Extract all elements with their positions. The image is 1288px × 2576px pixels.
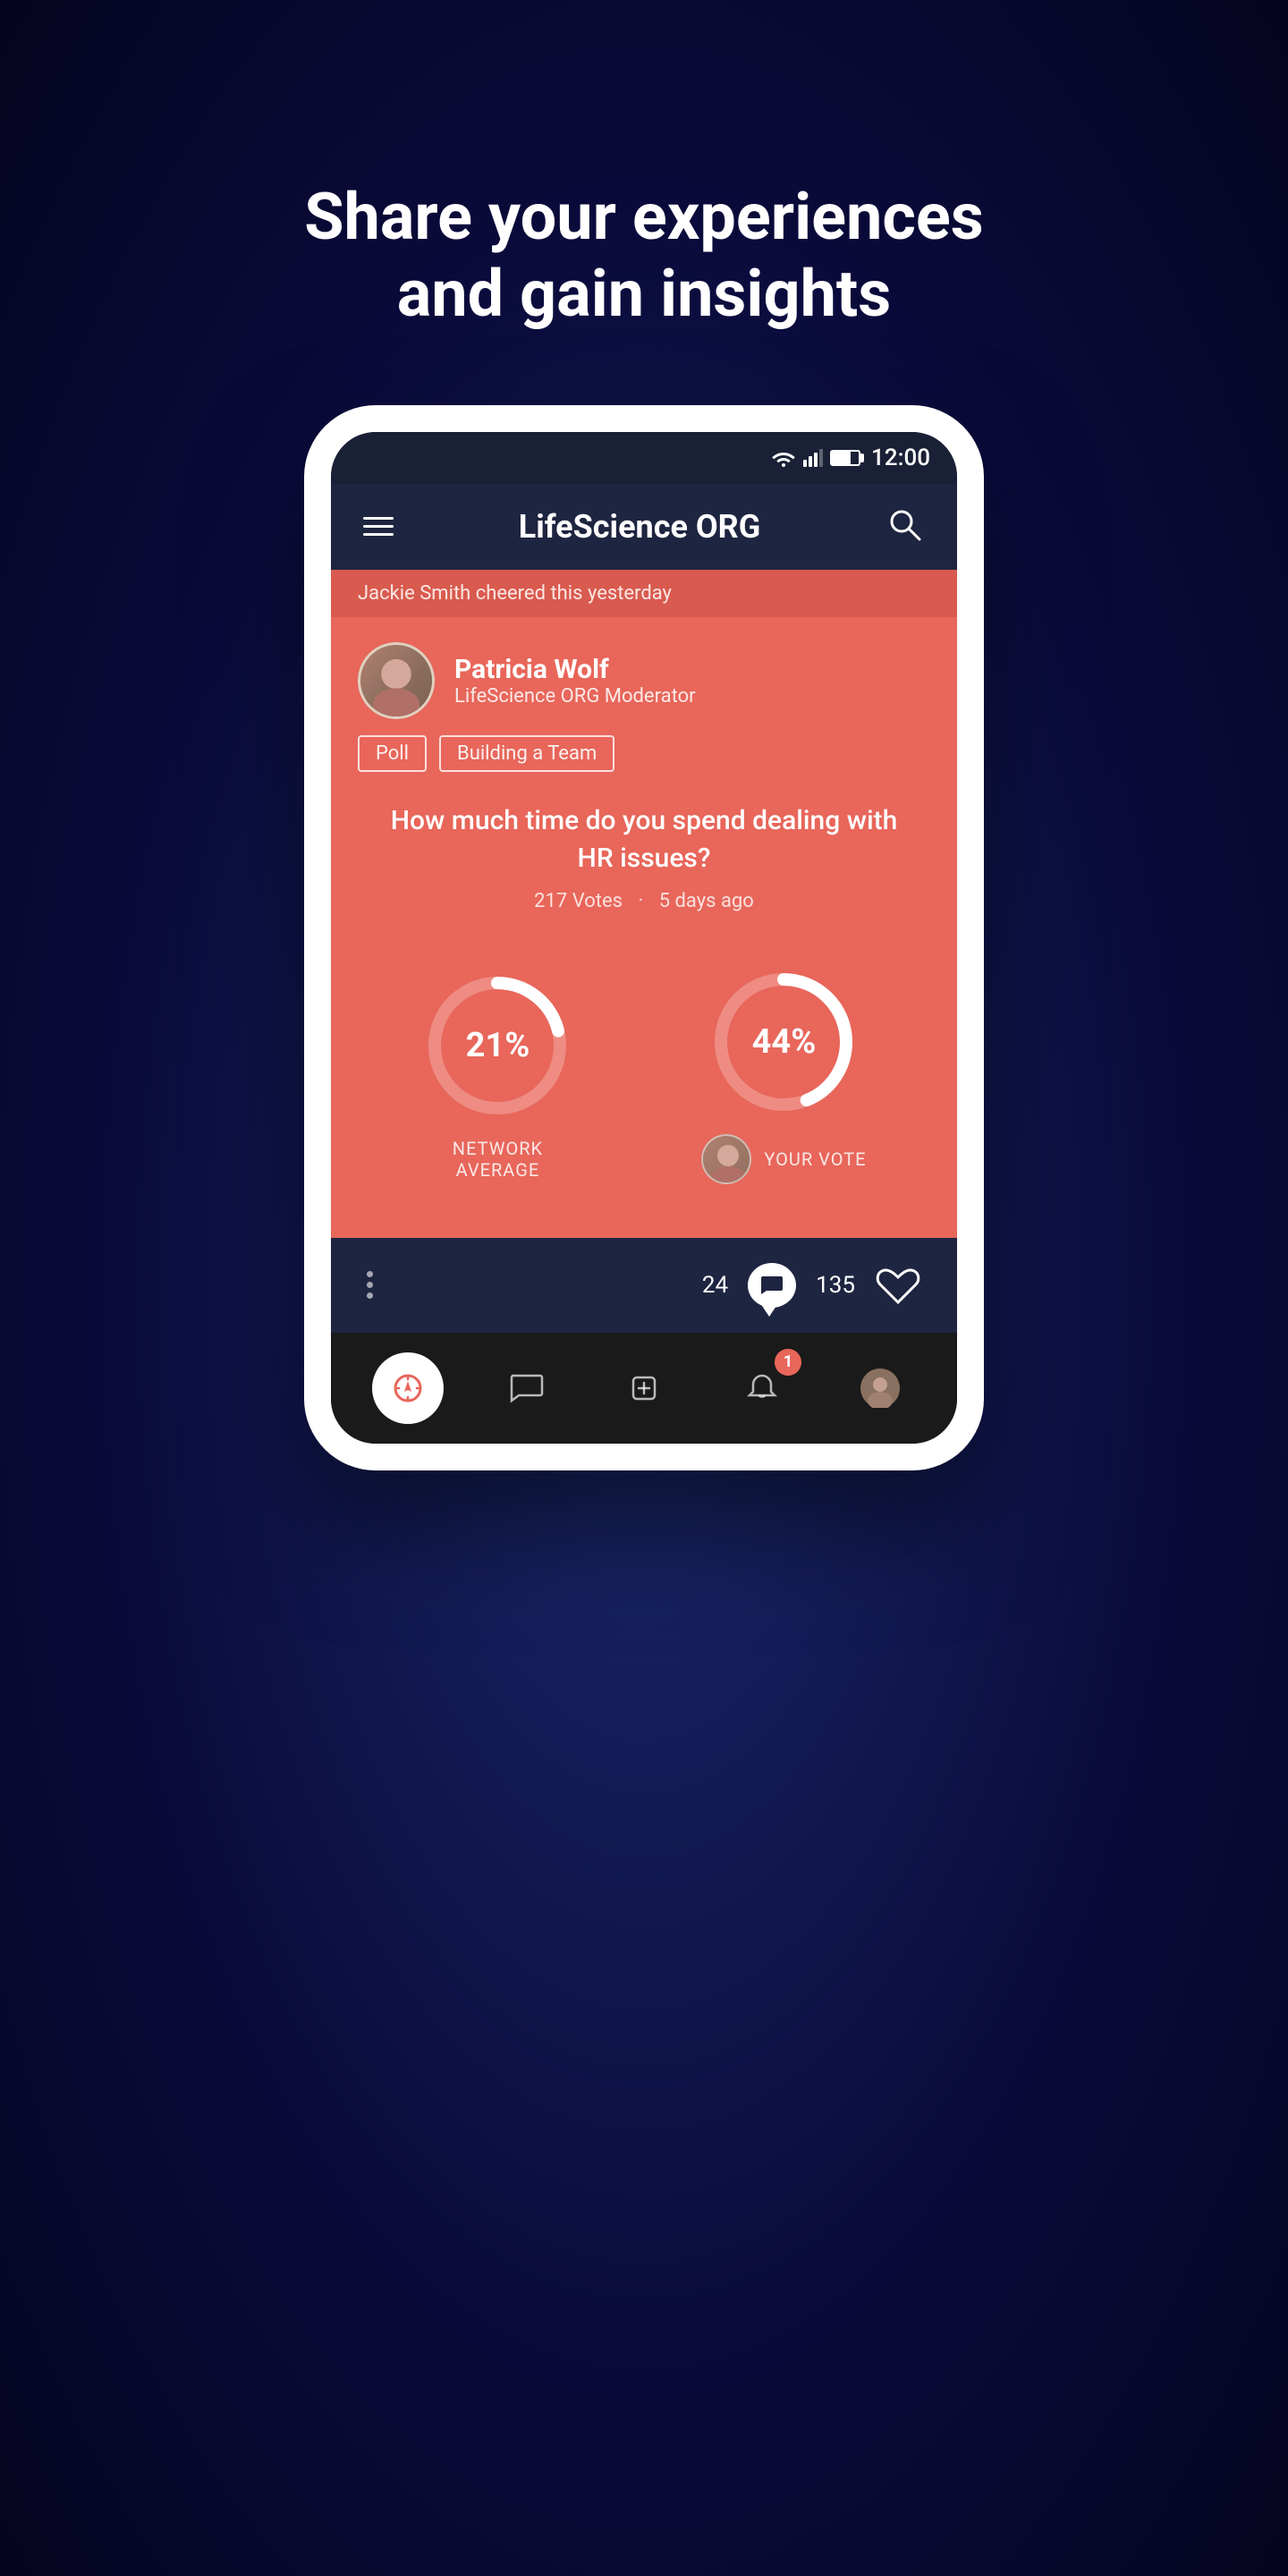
hero-line1: Share your experiences bbox=[304, 179, 984, 256]
bell-badge: 1 bbox=[775, 1349, 801, 1376]
hero-line2: and gain insights bbox=[304, 256, 984, 333]
phone-screen: 12:00 LifeScience ORG Jackie Smith cheer… bbox=[331, 432, 957, 1444]
bottom-nav: 1 bbox=[331, 1333, 957, 1444]
like-count: 135 bbox=[816, 1272, 855, 1299]
hamburger-icon[interactable] bbox=[363, 517, 394, 536]
add-icon-bg bbox=[608, 1352, 680, 1424]
post-card: Jackie Smith cheered this yesterday Patr… bbox=[331, 570, 957, 1238]
poster-role: LifeScience ORG Moderator bbox=[454, 685, 696, 708]
tag-poll[interactable]: Poll bbox=[358, 735, 427, 772]
card-spacer bbox=[331, 1202, 957, 1238]
post-header: Patricia Wolf LifeScience ORG Moderator bbox=[331, 617, 957, 735]
signal-icon bbox=[803, 449, 823, 467]
poster-info: Patricia Wolf LifeScience ORG Moderator bbox=[454, 654, 696, 708]
nav-item-profile[interactable] bbox=[844, 1352, 916, 1424]
vote-avatar bbox=[701, 1134, 751, 1184]
action-right: 24 135 bbox=[702, 1263, 921, 1308]
tags-row: Poll Building a Team bbox=[331, 735, 957, 793]
vote-donut: 44% bbox=[708, 966, 860, 1118]
status-bar: 12:00 bbox=[331, 432, 957, 484]
time-display: 12:00 bbox=[871, 445, 930, 471]
nav-item-add[interactable] bbox=[608, 1352, 680, 1424]
compass-icon-bg bbox=[372, 1352, 444, 1424]
network-label: NETWORKAVERAGE bbox=[453, 1138, 543, 1181]
more-options-button[interactable] bbox=[367, 1271, 373, 1299]
poster-name: Patricia Wolf bbox=[454, 654, 696, 685]
nav-item-chat[interactable] bbox=[490, 1352, 562, 1424]
vote-label: YOUR VOTE bbox=[764, 1148, 866, 1170]
nav-item-compass[interactable] bbox=[372, 1352, 444, 1424]
vote-value: 44% bbox=[752, 1022, 817, 1062]
battery-icon bbox=[830, 450, 860, 466]
poll-question: How much time do you spend dealing with … bbox=[331, 793, 957, 890]
hero-text: Share your experiences and gain insights bbox=[304, 179, 984, 334]
poll-meta: 217 Votes · 5 days ago bbox=[331, 890, 957, 948]
wifi-icon bbox=[771, 449, 796, 467]
charts-row: 21% NETWORKAVERAGE 44% bbox=[331, 948, 957, 1202]
avatar bbox=[358, 642, 435, 719]
status-icons bbox=[771, 449, 860, 467]
nav-item-bell[interactable]: 1 bbox=[726, 1352, 798, 1424]
time-ago: 5 days ago bbox=[659, 890, 754, 912]
app-title: LifeScience ORG bbox=[519, 508, 761, 546]
your-vote-chart: 44% YOUR VOTE bbox=[701, 966, 866, 1184]
search-button[interactable] bbox=[886, 505, 925, 548]
tag-building-team[interactable]: Building a Team bbox=[439, 735, 614, 772]
cheer-bar: Jackie Smith cheered this yesterday bbox=[331, 570, 957, 617]
vote-count: 217 Votes bbox=[534, 890, 623, 912]
like-button[interactable] bbox=[875, 1265, 921, 1306]
top-nav: LifeScience ORG bbox=[331, 484, 957, 570]
post-actions: 24 135 bbox=[331, 1238, 957, 1333]
comment-count: 24 bbox=[702, 1272, 728, 1299]
your-vote-row: YOUR VOTE bbox=[701, 1134, 866, 1184]
network-donut: 21% bbox=[421, 970, 573, 1122]
chat-icon-bg bbox=[490, 1352, 562, 1424]
network-average-chart: 21% NETWORKAVERAGE bbox=[421, 970, 573, 1181]
network-value: 21% bbox=[466, 1026, 530, 1065]
profile-icon-bg bbox=[844, 1352, 916, 1424]
phone-frame: 12:00 LifeScience ORG Jackie Smith cheer… bbox=[304, 405, 984, 1470]
comment-button[interactable] bbox=[748, 1263, 796, 1308]
